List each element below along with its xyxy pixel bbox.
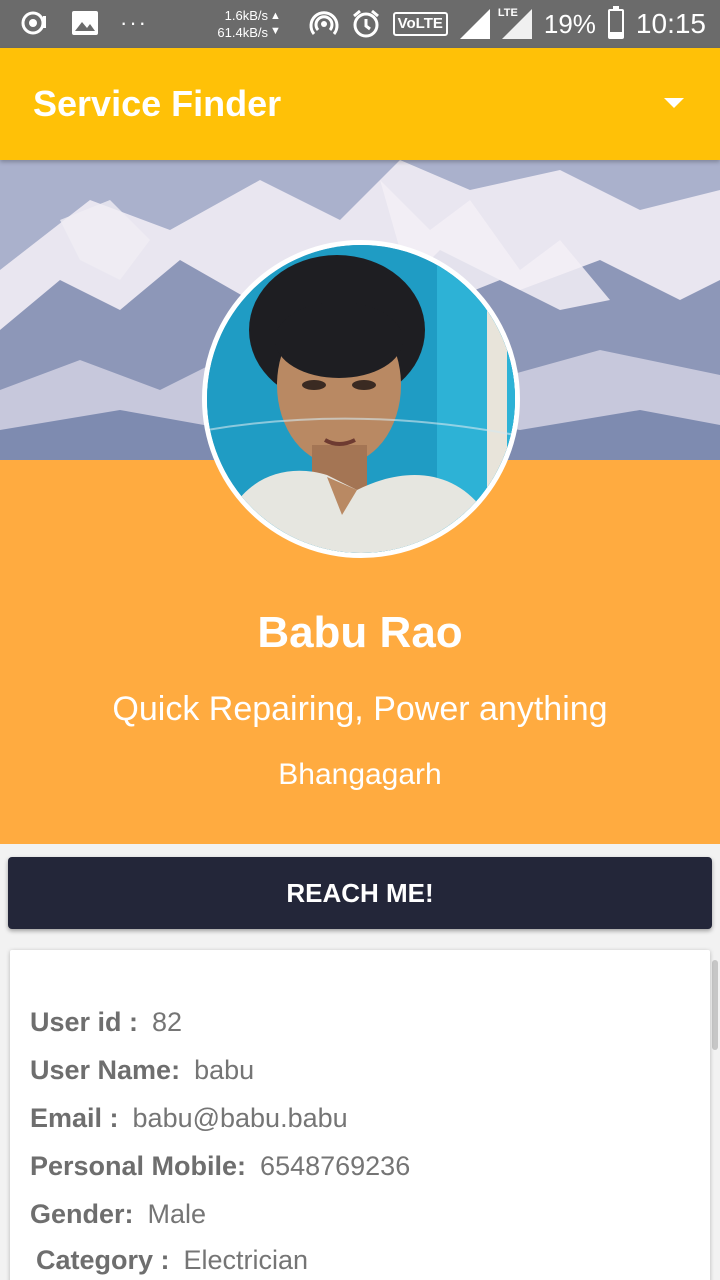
profile-name: Babu Rao (257, 608, 463, 657)
sync-icon (20, 8, 50, 38)
battery-icon (607, 6, 624, 39)
detail-value: 82 (152, 1007, 183, 1037)
detail-row-category: Category : Electrician (36, 1245, 308, 1276)
lte-signal-icon: LTE (498, 7, 532, 39)
status-left-icons: ··· (20, 8, 148, 38)
gallery-icon (70, 8, 100, 38)
hotspot-icon (309, 9, 339, 39)
detail-value: 6548769236 (260, 1151, 411, 1181)
net-down-speed: 61.4kB/s (217, 25, 268, 40)
status-bar: ··· 1.6kB/s 61.4kB/s ▲ ▼ VoLTE LTE 19% 10… (0, 0, 720, 48)
detail-label: Email : (30, 1103, 119, 1133)
app-title: Service Finder (33, 83, 282, 124)
detail-row-user-id: User id : 82 (30, 1007, 182, 1038)
avatar (202, 240, 520, 558)
network-speed: 1.6kB/s 61.4kB/s (208, 7, 268, 41)
clock: 10:15 (635, 8, 706, 39)
volte-badge: VoLTE (392, 12, 448, 36)
detail-row-gender: Gender: Male (30, 1199, 206, 1230)
detail-value: Male (147, 1199, 207, 1229)
reach-me-button[interactable]: REACH ME! (8, 857, 712, 929)
more-notifications-icon: ··· (120, 10, 148, 35)
net-arrows-icon: ▲ ▼ (270, 10, 281, 37)
dropdown-arrow-icon[interactable] (664, 98, 684, 108)
details-card: User id : 82 User Name: babu Email : babu@b… (10, 950, 710, 1280)
status-right-icons: VoLTE LTE 19% 10:15 (309, 0, 706, 48)
detail-label: Gender: (30, 1199, 134, 1229)
profile-location: Bhangagarh (278, 758, 442, 791)
signal-icon (459, 9, 490, 39)
battery-percent: 19% (543, 8, 596, 39)
detail-label: Category : (36, 1245, 170, 1275)
detail-label: User Name: (30, 1055, 181, 1085)
profile-tagline: Quick Repairing, Power anything (112, 690, 608, 728)
detail-value: babu@babu.babu (132, 1103, 348, 1133)
detail-row-user-name: User Name: babu (30, 1055, 254, 1086)
net-up-speed: 1.6kB/s (224, 8, 268, 23)
detail-label: User id : (30, 1007, 139, 1037)
detail-value: Electrician (183, 1245, 309, 1275)
detail-row-email: Email : babu@babu.babu (30, 1103, 348, 1134)
alarm-icon (351, 9, 381, 39)
app-toolbar: Service Finder (0, 48, 720, 160)
detail-row-mobile: Personal Mobile: 6548769236 (30, 1151, 410, 1182)
detail-value: babu (194, 1055, 255, 1085)
detail-label: Personal Mobile: (30, 1151, 247, 1181)
lte-label: LTE (497, 7, 518, 19)
scrollbar[interactable] (712, 960, 718, 1050)
